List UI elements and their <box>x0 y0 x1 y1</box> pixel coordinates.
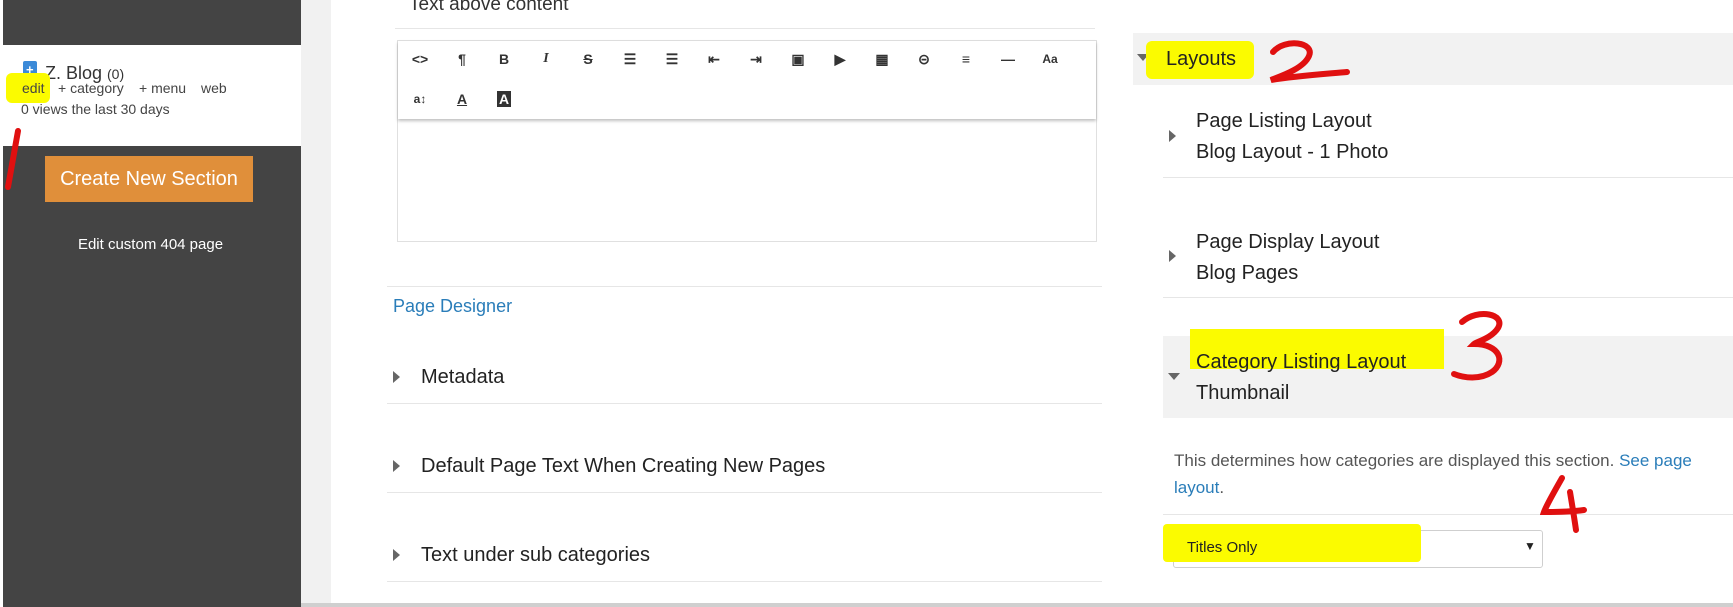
indent-icon[interactable]: ⇥ <box>743 46 769 72</box>
category-listing-layout-title[interactable]: Category Listing Layout <box>1196 351 1406 374</box>
web-link[interactable]: web <box>201 80 227 96</box>
create-new-section-button[interactable]: Create New Section <box>45 156 253 202</box>
divider <box>1163 177 1733 178</box>
font-color-icon[interactable]: A <box>449 86 475 112</box>
chevron-down-icon[interactable]: ▼ <box>1524 539 1536 553</box>
table-icon[interactable]: ▦ <box>869 46 895 72</box>
divider <box>387 581 1102 582</box>
page-designer-link[interactable]: Page Designer <box>393 296 512 317</box>
divider <box>387 286 1102 287</box>
category-layout-description: This determines how categories are displ… <box>1174 447 1733 501</box>
strikethrough-button[interactable]: S <box>575 46 601 72</box>
editor-toolbar: <> ¶ B I S ☰ ☰ ⇤ ⇥ ▣ ▶ ▦ ⊝ ≡ — Aa a↕ A A <box>398 41 1096 119</box>
divider <box>395 28 1095 29</box>
outdent-icon[interactable]: ⇤ <box>701 46 727 72</box>
page-listing-layout-value: Blog Layout - 1 Photo <box>1196 141 1389 163</box>
add-menu-link[interactable]: + menu <box>139 80 186 96</box>
expand-metadata-icon[interactable] <box>393 371 400 383</box>
italic-button[interactable]: I <box>533 46 559 72</box>
annotation-2 <box>1269 40 1350 83</box>
bullet-list-icon[interactable]: ☰ <box>617 46 643 72</box>
description-text: This determines how categories are displ… <box>1174 451 1615 470</box>
default-page-text-section[interactable]: Default Page Text When Creating New Page… <box>421 455 825 478</box>
content-gutter <box>301 0 331 607</box>
paragraph-button[interactable]: ¶ <box>449 46 475 72</box>
divider <box>387 492 1102 493</box>
expand-page-listing-icon[interactable] <box>1169 130 1176 142</box>
divider <box>1163 514 1733 515</box>
see-page-layout-link[interactable]: layout <box>1174 478 1219 497</box>
bold-button[interactable]: B <box>491 46 517 72</box>
code-view-button[interactable]: <> <box>407 46 433 72</box>
annotation-4 <box>1540 475 1587 533</box>
annotation-3 <box>1451 311 1503 381</box>
annotation-1 <box>5 128 21 190</box>
video-icon[interactable]: ▶ <box>827 46 853 72</box>
text-under-subcategories-section[interactable]: Text under sub categories <box>421 544 650 567</box>
category-listing-layout-value: Thumbnail <box>1196 382 1290 404</box>
page-display-layout-title[interactable]: Page Display Layout <box>1196 231 1379 254</box>
select-value: Titles Only <box>1187 539 1258 556</box>
layouts-header[interactable]: Layouts <box>1166 48 1236 71</box>
background-color-icon[interactable]: A <box>491 86 517 112</box>
horizontal-rule-icon[interactable]: — <box>995 46 1021 72</box>
expand-subcat-text-icon[interactable] <box>393 549 400 561</box>
expand-page-display-icon[interactable] <box>1169 250 1176 262</box>
text-above-label: Text above content <box>409 0 569 15</box>
image-icon[interactable]: ▣ <box>785 46 811 72</box>
site-card: + Z. Blog (0) edit + category + menu web… <box>3 45 301 146</box>
page-display-layout-value: Blog Pages <box>1196 262 1299 284</box>
link-icon[interactable]: ⊝ <box>911 46 937 72</box>
see-page-link[interactable]: See page <box>1619 451 1692 470</box>
divider <box>1163 297 1733 298</box>
divider <box>387 403 1102 404</box>
edit-link[interactable]: edit <box>22 80 45 96</box>
page-listing-layout-title[interactable]: Page Listing Layout <box>1196 110 1372 133</box>
line-height-button[interactable]: a↕ <box>407 86 433 112</box>
font-size-button[interactable]: Aa <box>1037 46 1063 72</box>
rich-text-editor: <> ¶ B I S ☰ ☰ ⇤ ⇥ ▣ ▶ ▦ ⊝ ≡ — Aa a↕ A A <box>397 40 1097 242</box>
align-icon[interactable]: ≡ <box>953 46 979 72</box>
metadata-section[interactable]: Metadata <box>421 366 504 389</box>
bottom-border <box>301 603 1733 607</box>
views-text: 0 views the last 30 days <box>21 101 170 117</box>
period: . <box>1219 478 1225 497</box>
edit-404-link[interactable]: Edit custom 404 page <box>0 236 301 253</box>
add-category-link[interactable]: + category <box>58 80 124 96</box>
expand-default-text-icon[interactable] <box>393 460 400 472</box>
collapse-category-listing-icon[interactable] <box>1168 373 1180 380</box>
numbered-list-icon[interactable]: ☰ <box>659 46 685 72</box>
